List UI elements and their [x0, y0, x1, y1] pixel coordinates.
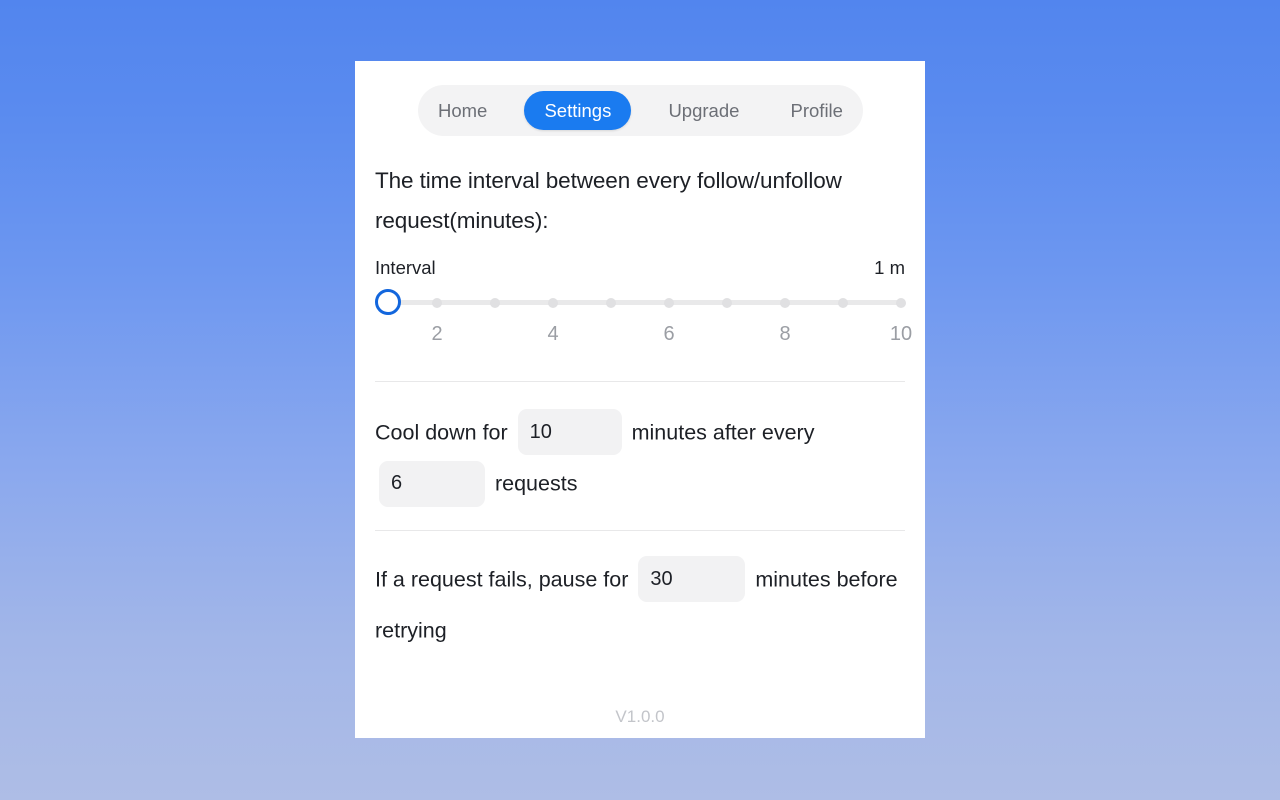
- retry-setting: If a request fails, pause for minutes be…: [375, 553, 909, 656]
- cooldown-text-middle: minutes after every: [631, 420, 815, 445]
- cooldown-text-before: Cool down for: [375, 420, 508, 445]
- interval-value-label: 1 m: [874, 257, 905, 278]
- slider-tick: [722, 297, 732, 308]
- settings-card: Home Settings Upgrade Profile The time i…: [355, 61, 925, 738]
- retry-text-before: If a request fails, pause for: [375, 567, 629, 592]
- interval-slider-block: Interval 1 m 2 4 6 8 10: [375, 257, 912, 353]
- slider-track[interactable]: [379, 300, 901, 305]
- tab-bar: Home Settings Upgrade Profile: [418, 85, 863, 136]
- slider-tick: [896, 297, 906, 308]
- version-label: V1.0.0: [615, 707, 665, 726]
- slider-scale: 2 4 6 8 10: [375, 323, 912, 353]
- cooldown-setting: Cool down for minutes after every reques…: [375, 406, 909, 509]
- interval-header: Interval 1 m: [375, 257, 905, 279]
- cooldown-text-after: requests: [494, 471, 578, 496]
- slider-tick-label: 4: [547, 323, 559, 345]
- section-divider-2: [375, 530, 905, 531]
- slider-tick-label: 6: [663, 323, 675, 345]
- slider-tick: [664, 297, 674, 308]
- slider-tick: [490, 297, 500, 308]
- slider-tick: [548, 297, 558, 308]
- slider-tick-label: 8: [779, 323, 791, 345]
- slider-tick: [780, 297, 790, 308]
- tab-profile[interactable]: Profile: [777, 91, 857, 130]
- cooldown-requests-input[interactable]: [379, 460, 485, 507]
- tab-upgrade[interactable]: Upgrade: [654, 91, 753, 130]
- slider-thumb[interactable]: [375, 289, 401, 315]
- cooldown-minutes-input[interactable]: [517, 409, 622, 456]
- retry-minutes-input[interactable]: [638, 556, 746, 603]
- slider-tick: [432, 297, 442, 308]
- settings-headline: The time interval between every follow/u…: [375, 168, 842, 233]
- slider-tick-label: 10: [889, 323, 913, 345]
- slider-tick: [606, 297, 616, 308]
- interval-slider[interactable]: [375, 285, 906, 319]
- tab-home[interactable]: Home: [424, 91, 501, 130]
- section-divider-1: [375, 381, 905, 382]
- interval-label: Interval: [375, 257, 436, 278]
- slider-tick-label: 2: [431, 323, 443, 345]
- tab-settings[interactable]: Settings: [524, 91, 632, 130]
- slider-tick: [838, 297, 848, 308]
